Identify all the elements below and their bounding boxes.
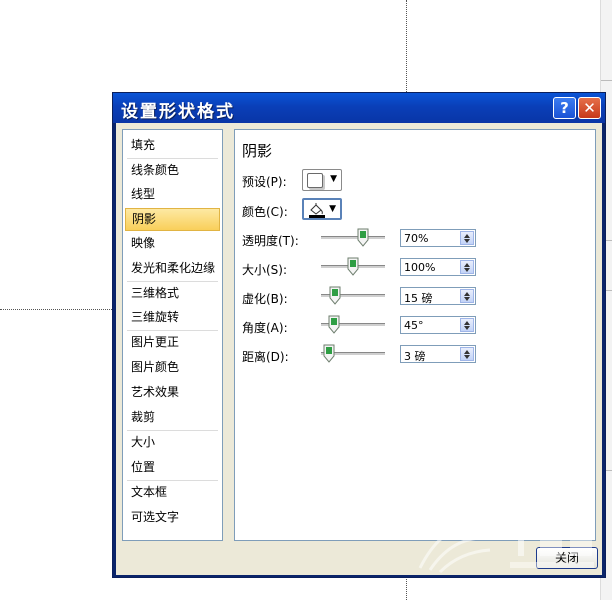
nav-item-glow-soft-edges[interactable]: 发光和柔化边缘 [125,257,220,280]
title-close-button[interactable]: ✕ [578,97,601,119]
dialog-client-area: 填充 线条颜色 线型 阴影 映像 发光和柔化边缘 三维格式 三维旋转 图片更正 … [116,123,602,575]
transparency-spinbox[interactable]: 70% [400,229,476,247]
nav-item-position[interactable]: 位置 [125,456,220,479]
nav-item-shadow[interactable]: 阴影 [125,208,220,231]
color-label: 颜色(C): [242,205,288,219]
close-icon: ✕ [583,99,596,117]
transparency-value: 70% [404,232,429,245]
color-dropdown[interactable]: ▼ [302,198,342,220]
paint-bucket-icon [309,203,325,218]
dialog-title: 设置形状格式 [121,102,235,122]
nav-item-text-box[interactable]: 文本框 [125,481,220,504]
spin-buttons[interactable] [460,289,474,303]
dialog-title-bar[interactable]: 设置形状格式 ? ✕ [113,93,605,123]
blur-label: 虚化(B): [242,292,288,306]
size-label: 大小(S): [242,263,288,277]
slider-thumb[interactable] [323,344,335,363]
nav-item-size[interactable]: 大小 [125,431,220,454]
size-spinbox[interactable]: 100% [400,258,476,276]
distance-label: 距离(D): [242,350,289,364]
close-button[interactable]: 关闭 [536,547,598,569]
nav-item-alt-text[interactable]: 可选文字 [125,506,220,529]
spin-buttons[interactable] [460,347,474,361]
category-list: 填充 线条颜色 线型 阴影 映像 发光和柔化边缘 三维格式 三维旋转 图片更正 … [122,129,223,541]
slider-thumb[interactable] [347,257,359,276]
shadow-settings-pane: 阴影 预设(P): ▼ 颜色(C): ▼ 透明度(T): 70% 大小(S): … [234,129,596,541]
preset-label: 预设(P): [242,175,287,189]
nav-item-picture-corrections[interactable]: 图片更正 [125,331,220,354]
slider-thumb[interactable] [329,286,341,305]
nav-item-artistic-effects[interactable]: 艺术效果 [125,381,220,404]
help-icon: ? [560,99,569,117]
angle-value: 45° [404,319,424,332]
blur-slider[interactable] [321,286,385,306]
help-button[interactable]: ? [553,97,576,119]
spin-buttons[interactable] [460,231,474,245]
format-shape-dialog: 设置形状格式 ? ✕ 填充 线条颜色 线型 阴影 映像 发光和柔化边缘 三维格式… [112,92,606,578]
angle-label: 角度(A): [242,321,288,335]
angle-slider[interactable] [321,315,385,335]
transparency-slider[interactable] [321,228,385,248]
nav-item-crop[interactable]: 裁剪 [125,406,220,429]
nav-item-reflection[interactable]: 映像 [125,232,220,255]
distance-slider[interactable] [321,344,385,364]
slider-thumb[interactable] [328,315,340,334]
size-value: 100% [404,261,436,274]
size-slider[interactable] [321,257,385,277]
distance-value: 3 磅 [404,350,426,363]
dropdown-arrow-icon: ▼ [330,174,337,184]
distance-spinbox[interactable]: 3 磅 [400,345,476,363]
nav-item-line-style[interactable]: 线型 [125,183,220,206]
preset-dropdown[interactable]: ▼ [302,169,342,191]
nav-item-3d-format[interactable]: 三维格式 [125,282,220,305]
spin-buttons[interactable] [460,318,474,332]
slider-thumb[interactable] [357,228,369,247]
nav-item-line-color[interactable]: 线条颜色 [125,159,220,182]
nav-item-picture-color[interactable]: 图片颜色 [125,356,220,379]
angle-spinbox[interactable]: 45° [400,316,476,334]
nav-item-3d-rotation[interactable]: 三维旋转 [125,306,220,329]
dropdown-arrow-icon: ▼ [329,204,336,214]
blur-spinbox[interactable]: 15 磅 [400,287,476,305]
transparency-label: 透明度(T): [242,234,299,248]
spin-buttons[interactable] [460,260,474,274]
section-title: 阴影 [242,142,273,160]
nav-item-fill[interactable]: 填充 [125,134,220,157]
shadow-preset-icon [307,173,323,188]
blur-value: 15 磅 [404,292,433,305]
page-guide-horizontal [0,309,122,310]
